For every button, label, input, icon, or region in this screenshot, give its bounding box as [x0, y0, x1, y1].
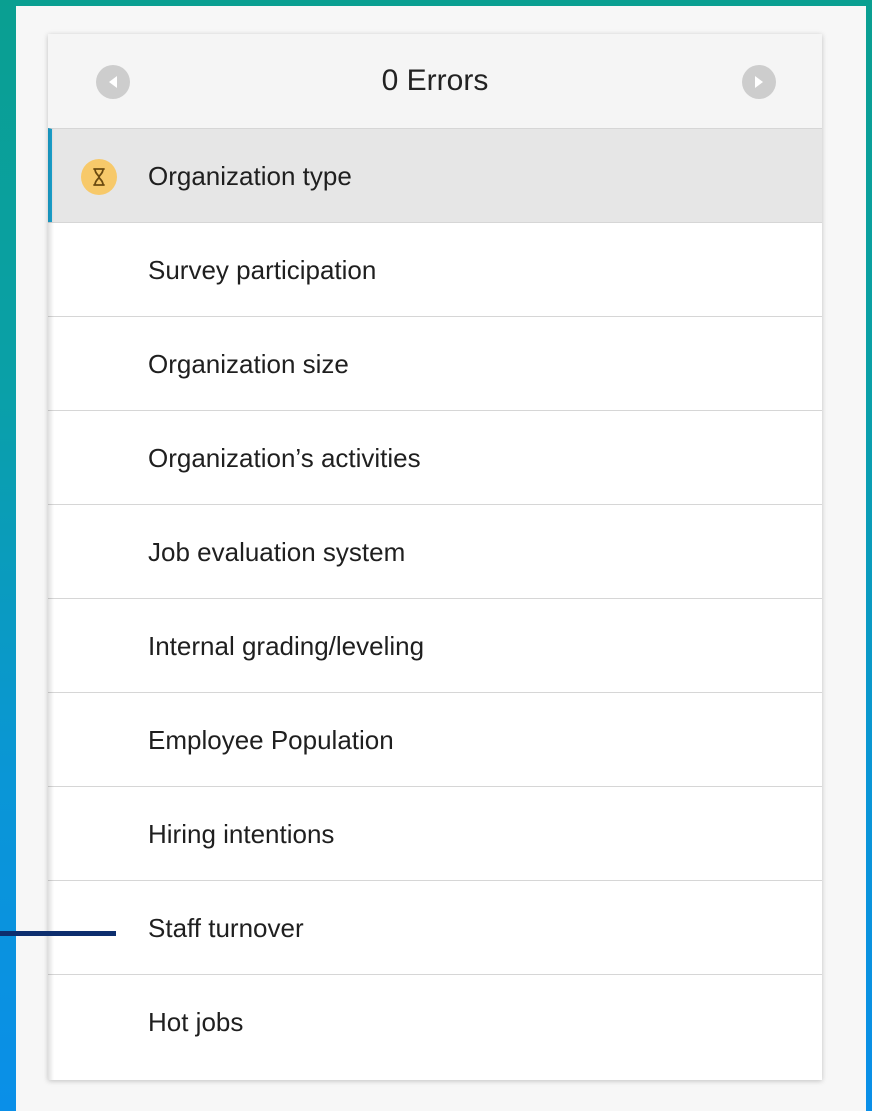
- callout-pointer-line: [0, 931, 116, 936]
- section-label: Organization type: [148, 161, 352, 191]
- section-item-survey-participation[interactable]: Survey participation: [48, 222, 822, 316]
- section-navigator-panel: 0 Errors Organization type Survey partic…: [48, 34, 822, 1080]
- section-label: Internal grading/leveling: [148, 631, 425, 661]
- section-label: Survey participation: [148, 255, 377, 285]
- section-item-hot-jobs[interactable]: Hot jobs: [48, 974, 822, 1068]
- section-label: Hiring intentions: [148, 819, 335, 849]
- section-item-job-evaluation-system[interactable]: Job evaluation system: [48, 504, 822, 598]
- error-count-title: 0 Errors: [381, 64, 489, 97]
- section-label: Hot jobs: [148, 1007, 244, 1037]
- chevron-left-circle-icon: [109, 76, 117, 88]
- hourglass-icon: [81, 159, 117, 195]
- section-item-hiring-intentions[interactable]: Hiring intentions: [48, 786, 822, 880]
- section-label: Organization size: [148, 349, 349, 379]
- next-button[interactable]: [742, 65, 776, 99]
- previous-button[interactable]: [96, 65, 130, 99]
- section-item-internal-grading-leveling[interactable]: Internal grading/leveling: [48, 598, 822, 692]
- section-list: Organization type Survey participation O…: [48, 128, 822, 1068]
- chevron-right-circle-icon: [755, 76, 763, 88]
- section-item-organization-activities[interactable]: Organization’s activities: [48, 410, 822, 504]
- section-label: Organization’s activities: [148, 443, 421, 473]
- panel-header: 0 Errors: [48, 34, 822, 128]
- section-label: Employee Population: [148, 725, 394, 755]
- section-item-employee-population[interactable]: Employee Population: [48, 692, 822, 786]
- section-item-organization-type[interactable]: Organization type: [48, 128, 822, 222]
- section-item-staff-turnover[interactable]: Staff turnover: [48, 880, 822, 974]
- section-label: Job evaluation system: [148, 537, 406, 567]
- section-item-organization-size[interactable]: Organization size: [48, 316, 822, 410]
- section-label: Staff turnover: [148, 913, 304, 943]
